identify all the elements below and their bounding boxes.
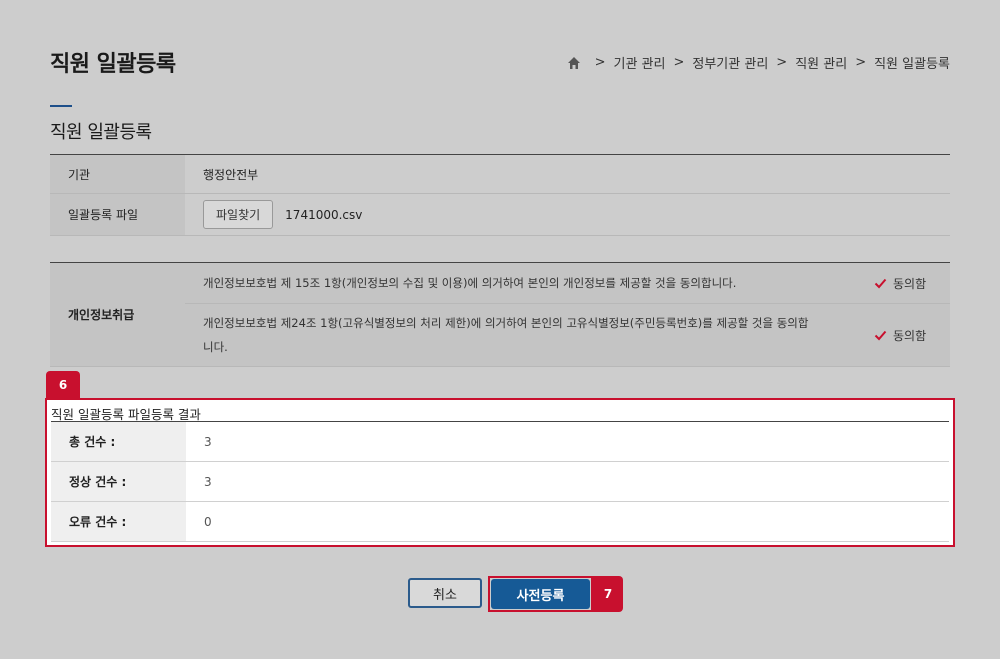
breadcrumb-separator: > [673, 55, 685, 70]
breadcrumb-item-org-management[interactable]: 기관 관리 [614, 53, 666, 72]
breadcrumb: > 기관 관리 > 정부기관 관리 > 직원 관리 > 직원 일괄등록 [567, 53, 950, 72]
privacy-agreement: 개인정보취급 개인정보보호법 제 15조 1항(개인정보의 수집 및 이용)에 … [50, 262, 950, 367]
check-icon [874, 330, 887, 340]
section-accent-bar [50, 105, 72, 107]
org-value: 행정안전부 [185, 155, 950, 193]
check-icon [874, 278, 887, 288]
org-row: 기관 행정안전부 [50, 155, 950, 194]
error-count-label: 오류 건수 : [51, 502, 186, 541]
file-row: 일괄등록 파일 파일찾기 1741000.csv [50, 194, 950, 236]
page-title: 직원 일괄등록 [50, 52, 176, 77]
breadcrumb-separator: > [776, 55, 788, 70]
home-icon[interactable] [567, 56, 581, 70]
agree-label: 동의함 [893, 328, 927, 343]
total-count-label: 총 건수 : [51, 422, 186, 461]
error-count-value: 0 [186, 502, 949, 541]
cancel-button[interactable]: 취소 [408, 578, 482, 608]
org-label: 기관 [50, 155, 185, 193]
pre-register-button[interactable]: 사전등록 [491, 579, 590, 609]
step-badge-6: 6 [46, 371, 80, 399]
result-row-normal: 정상 건수 : 3 [51, 462, 949, 502]
result-row-error: 오류 건수 : 0 [51, 502, 949, 542]
privacy-label: 개인정보취급 [50, 263, 185, 366]
total-count-value: 3 [186, 422, 949, 461]
agreement-row: 개인정보보호법 제24조 1항(고유식별정보의 처리 제한)에 의거하여 본인의… [185, 303, 950, 366]
registration-form: 기관 행정안전부 일괄등록 파일 파일찾기 1741000.csv [50, 154, 950, 236]
breadcrumb-separator: > [594, 55, 606, 70]
file-name: 1741000.csv [285, 207, 363, 222]
breadcrumb-item-current: 직원 일괄등록 [874, 57, 950, 72]
breadcrumb-separator: > [855, 55, 867, 70]
breadcrumb-item-staff-management[interactable]: 직원 관리 [795, 53, 847, 72]
agreement-text: 개인정보보호법 제 15조 1항(개인정보의 수집 및 이용)에 의거하여 본인… [203, 276, 737, 290]
breadcrumb-item-gov-org-management[interactable]: 정부기관 관리 [692, 53, 768, 72]
agreement-row: 개인정보보호법 제 15조 1항(개인정보의 수집 및 이용)에 의거하여 본인… [185, 263, 950, 303]
normal-count-label: 정상 건수 : [51, 462, 186, 501]
file-cell: 파일찾기 1741000.csv [185, 194, 950, 235]
agreement-text: 개인정보보호법 제24조 1항(고유식별정보의 처리 제한)에 의거하여 본인의… [203, 316, 809, 354]
result-row-total: 총 건수 : 3 [51, 422, 949, 462]
file-label: 일괄등록 파일 [50, 194, 185, 235]
section-title: 직원 일괄등록 [50, 122, 152, 143]
normal-count-value: 3 [186, 462, 949, 501]
file-browse-button[interactable]: 파일찾기 [203, 200, 274, 229]
agree-label: 동의함 [893, 276, 927, 291]
upload-result-panel: 직원 일괄등록 파일등록 결과 총 건수 : 3 정상 건수 : 3 오류 건수… [45, 398, 955, 547]
agree-checkbox[interactable]: 동의함 [874, 327, 932, 344]
agree-checkbox[interactable]: 동의함 [874, 275, 932, 292]
step-badge-7: 7 [593, 576, 623, 612]
